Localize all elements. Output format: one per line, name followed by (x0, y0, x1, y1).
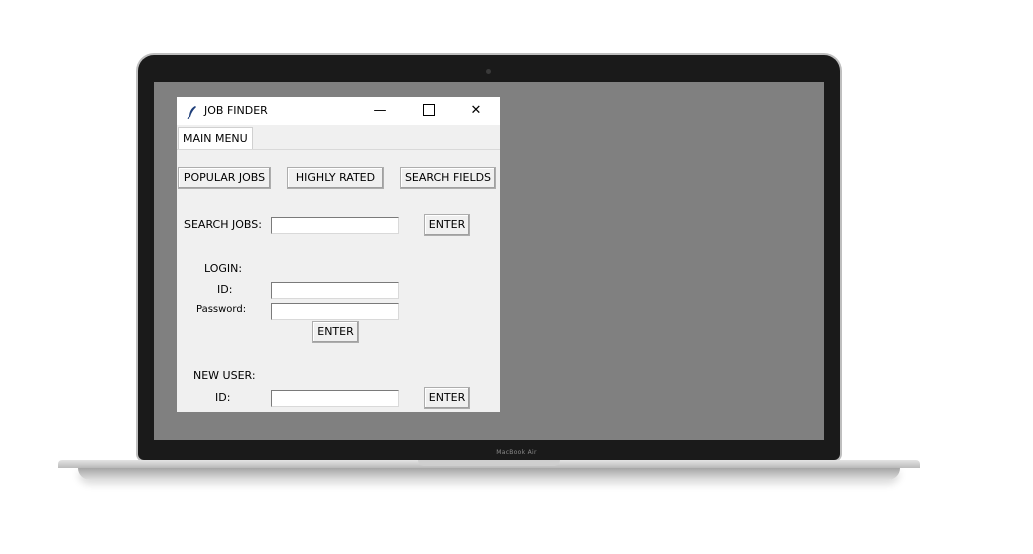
search-jobs-label: SEARCH JOBS: (184, 218, 262, 231)
login-password-input[interactable] (271, 303, 399, 320)
camera-icon (486, 69, 491, 74)
login-heading: LOGIN: (204, 262, 243, 275)
minimize-button[interactable]: — (357, 97, 403, 125)
main-menu-panel: POPULAR JOBS HIGHLY RATED SEARCH FIELDS … (177, 150, 500, 412)
search-enter-button[interactable]: ENTER (424, 214, 470, 236)
new-user-id-input[interactable] (271, 390, 399, 407)
laptop-base (58, 460, 920, 482)
search-jobs-input[interactable] (271, 217, 399, 234)
maximize-icon (423, 103, 435, 116)
login-id-label: ID: (217, 283, 233, 296)
new-user-id-label: ID: (215, 391, 231, 404)
maximize-button[interactable] (406, 97, 452, 125)
tab-main-menu[interactable]: MAIN MENU (178, 127, 253, 149)
highly-rated-button[interactable]: HIGHLY RATED (287, 167, 384, 189)
new-user-enter-button[interactable]: ENTER (424, 387, 470, 409)
search-fields-button[interactable]: SEARCH FIELDS (400, 167, 496, 189)
device-brand-label: MacBook Air (496, 449, 537, 456)
notebook-tabbar: MAIN MENU (177, 125, 500, 150)
window-title: JOB FINDER (204, 104, 268, 117)
new-user-heading: NEW USER: (193, 369, 256, 382)
window-titlebar[interactable]: JOB FINDER — ✕ (177, 97, 500, 125)
login-password-label: Password: (196, 304, 247, 315)
job-finder-window: JOB FINDER — ✕ MAIN MENU POPULAR JOBS HI… (177, 97, 500, 412)
login-id-input[interactable] (271, 282, 399, 299)
feather-icon (187, 104, 197, 120)
close-icon: ✕ (470, 103, 482, 118)
laptop-opening-notch (418, 460, 560, 466)
close-button[interactable]: ✕ (453, 97, 499, 125)
stage: JOB FINDER — ✕ MAIN MENU POPULAR JOBS HI… (0, 0, 1033, 554)
laptop-base-bottom (78, 468, 900, 480)
desktop-screen: JOB FINDER — ✕ MAIN MENU POPULAR JOBS HI… (154, 82, 824, 440)
laptop-lid: JOB FINDER — ✕ MAIN MENU POPULAR JOBS HI… (138, 55, 840, 460)
minimize-icon: — (373, 103, 387, 118)
popular-jobs-button[interactable]: POPULAR JOBS (178, 167, 271, 189)
login-enter-button[interactable]: ENTER (312, 321, 359, 343)
